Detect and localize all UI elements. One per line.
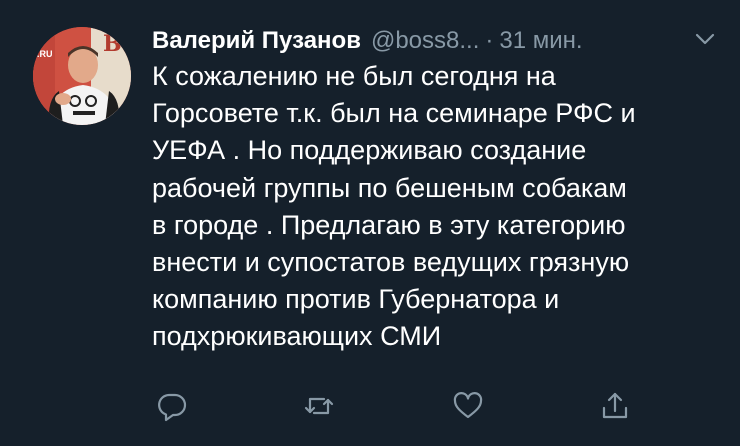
svg-text:B: B	[103, 31, 122, 57]
separator-dot: ·	[485, 27, 494, 54]
tweet-text-line: К сожалению не был сегодня на	[152, 61, 556, 91]
tweet-text-line: компанию против Губернатора и	[152, 284, 560, 315]
reply-icon	[158, 393, 187, 422]
heart-icon	[453, 392, 483, 419]
tweet-actions	[0, 390, 740, 424]
tweet-text-line: подхрюкивающих СМИ	[152, 321, 442, 352]
share-icon	[602, 392, 628, 419]
timestamp[interactable]: 31 мин.	[499, 27, 582, 55]
tweet-text-line: в городе . Предлагаю в эту категорию	[152, 209, 626, 240]
author-handle[interactable]: @boss8...	[371, 27, 479, 55]
tweet-text: К сожалению не был сегодня на Горсовете …	[152, 58, 722, 356]
tweet-text-line: внести и супостатов ведущих грязную	[152, 247, 630, 278]
svg-text:.RU: .RU	[37, 49, 53, 59]
tweet-text-line: рабочей группы по бешеным собакам	[152, 172, 627, 203]
retweet-icon	[304, 397, 334, 415]
avatar[interactable]: B .RU	[33, 27, 131, 125]
chevron-down-icon[interactable]	[694, 30, 716, 48]
like-button[interactable]	[452, 390, 484, 422]
tweet-text-line: УЕФА . Но поддерживаю создание	[152, 135, 587, 166]
tweet-text-line: Горсовете т.к. был на семинаре РФС и	[152, 98, 636, 129]
share-button[interactable]	[599, 390, 631, 422]
retweet-button[interactable]	[303, 390, 335, 422]
tweet-card[interactable]: B .RU Валерий Пузанов @boss8... · 31 мин…	[0, 0, 740, 446]
tweet-header: Валерий Пузанов @boss8... · 31 мин.	[152, 24, 583, 58]
reply-button[interactable]	[156, 390, 188, 422]
author-name[interactable]: Валерий Пузанов	[152, 27, 361, 55]
